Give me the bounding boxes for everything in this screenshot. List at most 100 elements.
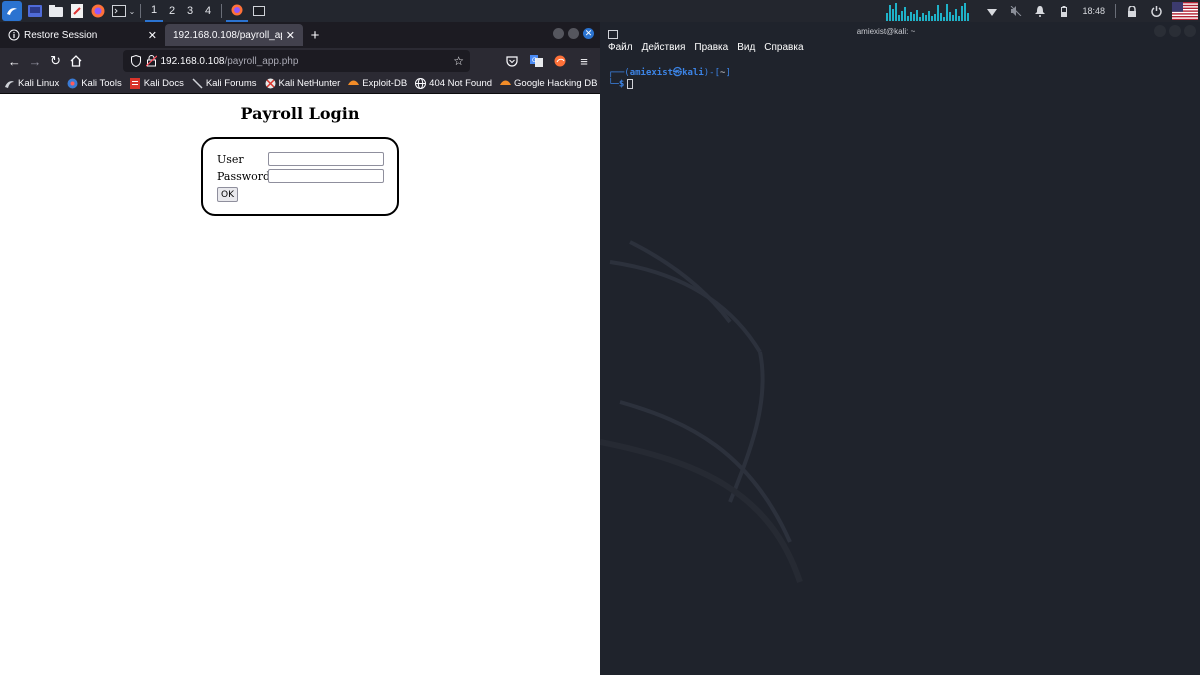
translate-icon[interactable]: G [524, 50, 548, 72]
clock[interactable]: 18:48 [1082, 6, 1105, 16]
workspace-1[interactable]: 1 [145, 0, 163, 22]
url-bar[interactable]: 192.168.0.108/payroll_app.php ☆ [122, 50, 471, 72]
cpu-graph [886, 3, 970, 21]
reload-button[interactable]: ↻ [45, 50, 66, 72]
url-host: 192.168.0.108 [160, 55, 225, 67]
prompt-host: kali [682, 68, 704, 78]
tab-restore-session[interactable]: Restore Session ✕ [0, 22, 165, 48]
us-flag-icon[interactable] [1172, 2, 1198, 20]
menu-help[interactable]: Справка [764, 42, 803, 53]
bookmark-label: Exploit-DB [362, 78, 408, 89]
bookmark-label: 404 Not Found [429, 78, 493, 89]
wifi-icon[interactable] [985, 4, 999, 18]
lock-icon[interactable] [1125, 4, 1139, 18]
tab-title: Restore Session [24, 29, 98, 41]
divider [140, 4, 141, 18]
password-row: Password [217, 169, 384, 183]
svg-text:G: G [532, 57, 537, 64]
kali-tools-icon [67, 78, 78, 89]
task-firefox[interactable] [226, 0, 248, 22]
kali-wallpaper [600, 22, 1200, 675]
star-icon[interactable]: ☆ [453, 54, 464, 68]
bookmark-label: Google Hacking DB [514, 78, 598, 89]
bookmark-label: Kali Tools [81, 78, 122, 89]
firefox-window: Restore Session ✕ 192.168.0.108/payroll_… [0, 22, 612, 675]
workspace-3[interactable]: 3 [181, 0, 199, 22]
tab-payroll-app[interactable]: 192.168.0.108/payroll_app.ph ✕ [165, 24, 303, 46]
menu-view[interactable]: Вид [737, 42, 755, 53]
user-row: User [217, 152, 384, 166]
navigation-toolbar: ← → ↻ 192.168.0.108/payroll_app.php ☆ G [0, 48, 600, 74]
minimize-button[interactable] [1154, 25, 1166, 37]
bell-icon[interactable] [1033, 4, 1047, 18]
bookmark-label: Kali Forums [205, 78, 257, 89]
forward-button[interactable]: → [25, 50, 46, 72]
divider [1115, 4, 1116, 18]
bookmark-label: Kali NetHunter [278, 78, 341, 89]
divider [221, 4, 222, 18]
tab-strip: Restore Session ✕ 192.168.0.108/payroll_… [0, 22, 600, 48]
menu-actions[interactable]: Действия [642, 42, 686, 53]
globe-icon [415, 78, 427, 89]
bookmark-kali-forums[interactable]: Kali Forums [192, 78, 257, 89]
bookmark-404-not-found[interactable]: 404 Not Found [415, 78, 492, 89]
bookmark-kali-linux[interactable]: Kali Linux [4, 78, 59, 89]
kali-docs-icon [130, 78, 141, 89]
pocket-icon[interactable] [500, 50, 524, 72]
password-label: Password [217, 169, 271, 183]
terminal-prompt[interactable]: ┌──(amiexist㉿kali)-[~] └─$ [608, 68, 731, 91]
info-icon [8, 29, 20, 41]
insecure-lock-icon[interactable] [145, 54, 159, 68]
kali-dragon-icon [4, 78, 15, 89]
top-taskbar: ⌄ 1 2 3 4 18:48 [0, 0, 1200, 22]
kali-dragon-icon [192, 78, 203, 89]
maximize-button[interactable] [568, 28, 579, 39]
battery-icon[interactable] [1057, 4, 1071, 18]
login-form: User Password OK [201, 137, 399, 216]
terminal-window: amiexist@kali: ~ Файл Действия Правка Ви… [600, 22, 1200, 675]
back-button[interactable]: ← [4, 50, 25, 72]
text-editor-icon[interactable] [69, 3, 85, 19]
close-icon[interactable]: ✕ [286, 29, 295, 42]
nethunter-icon [265, 78, 276, 89]
close-window-button[interactable]: ✕ [583, 28, 594, 39]
bookmark-kali-nethunter[interactable]: Kali NetHunter [265, 78, 341, 89]
firefox-icon[interactable] [90, 3, 106, 19]
bookmark-google-hacking-db[interactable]: Google Hacking DB [500, 78, 597, 89]
user-input[interactable] [268, 152, 384, 166]
password-input[interactable] [268, 169, 384, 183]
close-icon[interactable]: ✕ [148, 29, 157, 42]
ok-button[interactable]: OK [217, 187, 238, 202]
bookmark-kali-docs[interactable]: Kali Docs [130, 78, 184, 89]
page-title: Payroll Login [240, 104, 360, 123]
workspace-2[interactable]: 2 [163, 0, 181, 22]
maximize-button[interactable] [1169, 25, 1181, 37]
terminal-menubar: Файл Действия Правка Вид Справка [608, 42, 813, 53]
terminal-icon[interactable] [111, 3, 127, 19]
bookmark-kali-tools[interactable]: Kali Tools [67, 78, 122, 89]
terminal-titlebar: amiexist@kali: ~ [600, 22, 1200, 40]
mute-icon[interactable] [1009, 4, 1023, 18]
extension-icon[interactable] [548, 50, 572, 72]
kali-menu-icon[interactable] [2, 1, 22, 21]
file-manager-icon[interactable] [48, 3, 64, 19]
menu-edit[interactable]: Правка [694, 42, 728, 53]
shield-icon[interactable] [129, 54, 143, 68]
exploit-db-icon [348, 78, 360, 89]
user-label: User [217, 152, 244, 166]
home-button[interactable] [66, 50, 87, 72]
hamburger-menu-icon[interactable]: ≡ [572, 50, 596, 72]
terminal-title: amiexist@kali: ~ [856, 27, 916, 36]
desktop-icon[interactable] [27, 3, 43, 19]
new-tab-button[interactable]: + [303, 22, 327, 48]
exploit-db-icon [500, 78, 512, 89]
power-icon[interactable] [1149, 4, 1163, 18]
workspace-4[interactable]: 4 [199, 0, 217, 22]
chevron-down-icon[interactable]: ⌄ [128, 3, 136, 19]
minimize-button[interactable] [553, 28, 564, 39]
task-terminal[interactable] [248, 0, 270, 22]
menu-file[interactable]: Файл [608, 42, 633, 53]
close-window-button[interactable] [1184, 25, 1196, 37]
bookmark-exploit-db[interactable]: Exploit-DB [348, 78, 407, 89]
bookmarks-toolbar: Kali Linux Kali Tools Kali Docs Kali For… [0, 74, 612, 94]
